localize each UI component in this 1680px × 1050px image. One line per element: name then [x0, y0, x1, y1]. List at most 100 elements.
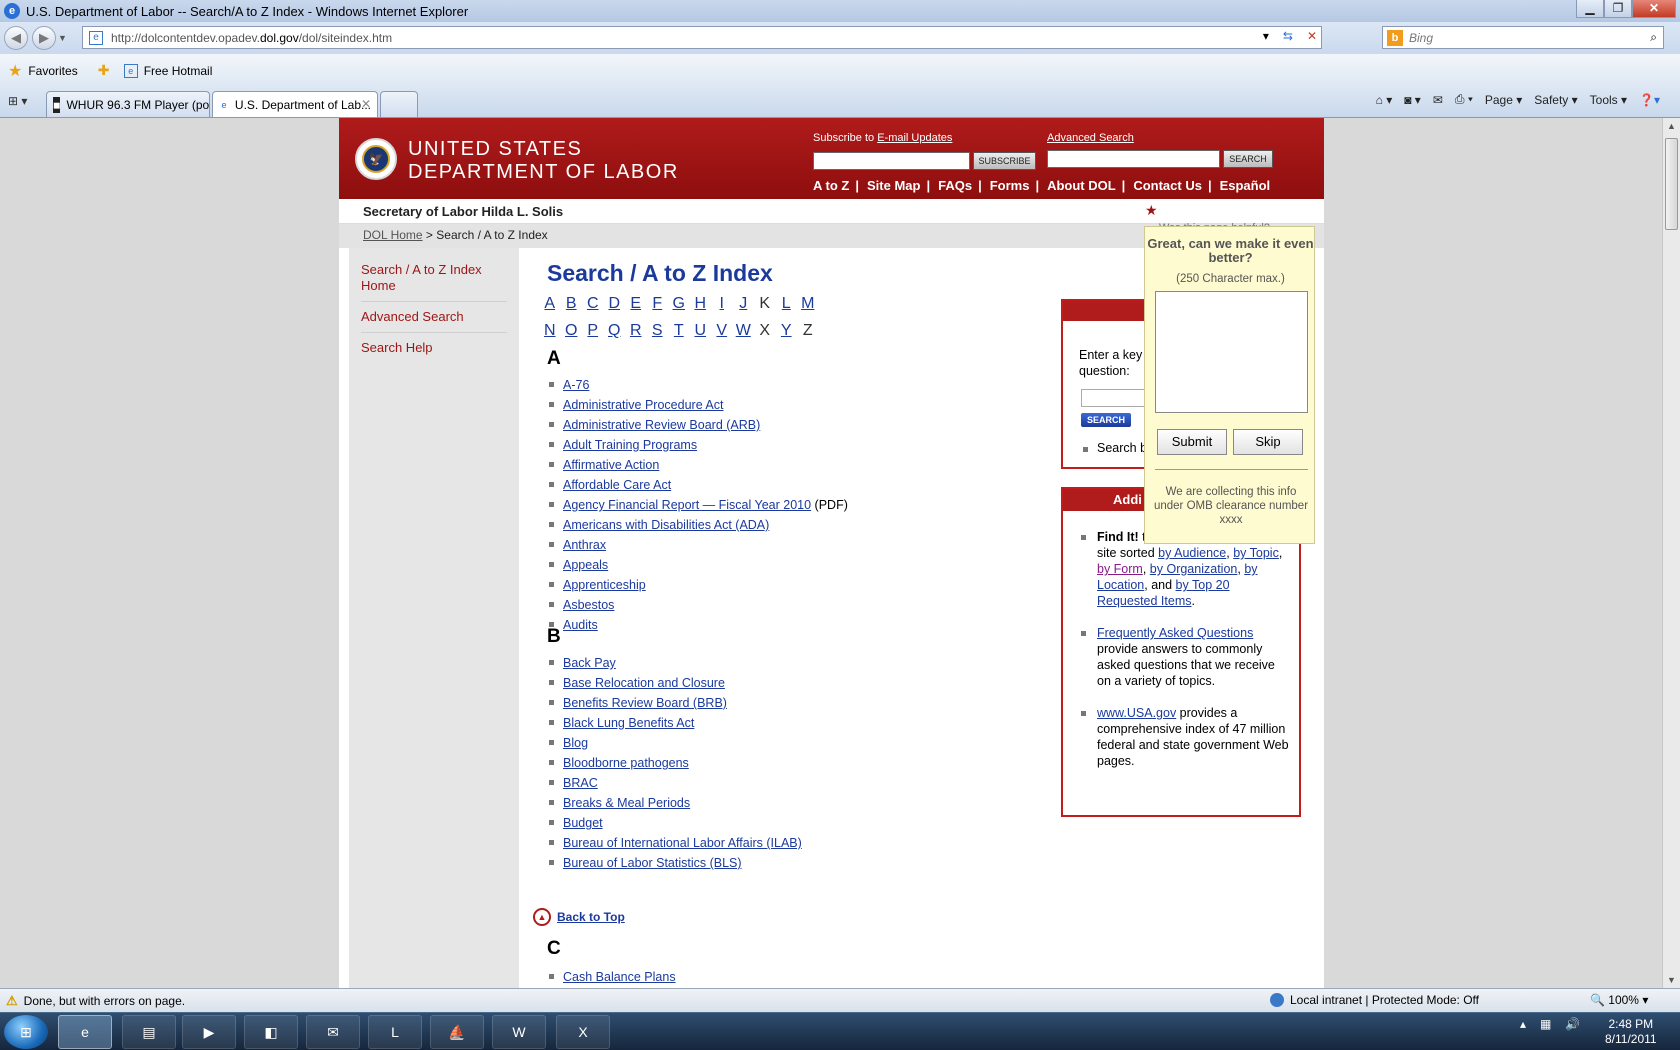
- index-link[interactable]: Americans with Disabilities Act (ADA): [563, 518, 769, 532]
- letter-v[interactable]: V: [711, 322, 733, 340]
- volume-icon[interactable]: 🔊: [1565, 1017, 1580, 1031]
- feedback-skip-button[interactable]: Skip: [1233, 429, 1303, 455]
- letter-link[interactable]: H: [694, 295, 706, 312]
- index-link[interactable]: Affordable Care Act: [563, 478, 671, 492]
- letter-h[interactable]: H: [690, 295, 712, 313]
- index-link[interactable]: Cash Balance Plans: [563, 970, 676, 984]
- by-topic-link[interactable]: by Topic: [1233, 546, 1279, 560]
- taskbar-word-icon[interactable]: W: [492, 1015, 546, 1049]
- nav-site-map[interactable]: Site Map: [867, 178, 926, 193]
- page-menu[interactable]: Page ▾: [1485, 93, 1522, 107]
- maximize-button[interactable]: ❐: [1604, 0, 1632, 18]
- leftnav-advanced-search[interactable]: Advanced Search: [361, 309, 507, 333]
- letter-s[interactable]: S: [647, 322, 669, 340]
- letter-link[interactable]: I: [720, 295, 724, 312]
- advanced-search-link[interactable]: Advanced Search: [1047, 132, 1134, 144]
- faq-link[interactable]: Frequently Asked Questions: [1097, 626, 1253, 640]
- index-link[interactable]: Breaks & Meal Periods: [563, 796, 690, 810]
- tab-dol[interactable]: e U.S. Department of Lab... ✕: [212, 91, 378, 117]
- index-link[interactable]: Back Pay: [563, 656, 616, 670]
- letter-link[interactable]: M: [801, 295, 814, 312]
- scroll-down-icon[interactable]: ▼: [1667, 975, 1676, 985]
- letter-b[interactable]: B: [561, 295, 583, 313]
- search-magnifier-icon[interactable]: ⌕: [1650, 30, 1657, 45]
- letter-e[interactable]: E: [625, 295, 647, 313]
- index-link[interactable]: Bureau of International Labor Affairs (I…: [563, 836, 802, 850]
- letter-link[interactable]: S: [652, 322, 663, 339]
- refresh-icon[interactable]: ⇆: [1283, 29, 1293, 43]
- letter-q[interactable]: Q: [604, 322, 626, 340]
- clock[interactable]: 2:48 PM 8/11/2011: [1605, 1017, 1657, 1047]
- index-link[interactable]: Administrative Procedure Act: [563, 398, 724, 412]
- quick-tabs-icon[interactable]: ⊞ ▾: [8, 94, 42, 112]
- address-field[interactable]: e http://dolcontentdev.opadev.dol.gov/do…: [82, 26, 1322, 49]
- feeds-icon[interactable]: ◙ ▾: [1404, 93, 1421, 107]
- letter-link[interactable]: A: [544, 295, 555, 312]
- letter-link[interactable]: T: [674, 322, 684, 339]
- letter-w[interactable]: W: [733, 322, 755, 340]
- letter-link[interactable]: O: [565, 322, 577, 339]
- letter-n[interactable]: N: [539, 322, 561, 340]
- scrollbar-thumb[interactable]: [1665, 138, 1678, 230]
- start-button[interactable]: ⊞: [4, 1015, 48, 1049]
- index-link[interactable]: Budget: [563, 816, 603, 830]
- new-tab-button[interactable]: [380, 91, 418, 117]
- letter-link[interactable]: V: [716, 322, 727, 339]
- letter-d[interactable]: D: [604, 295, 626, 313]
- letter-link[interactable]: N: [544, 322, 556, 339]
- taskbar-explorer-icon[interactable]: ▤: [122, 1015, 176, 1049]
- index-link[interactable]: Affirmative Action: [563, 458, 659, 472]
- vertical-scrollbar[interactable]: ▲ ▼: [1662, 118, 1680, 988]
- letter-m[interactable]: M: [797, 295, 819, 313]
- keyword-search-button[interactable]: SEARCH: [1081, 413, 1131, 427]
- feedback-submit-button[interactable]: Submit: [1157, 429, 1227, 455]
- index-link[interactable]: Bureau of Labor Statistics (BLS): [563, 856, 742, 870]
- close-button[interactable]: ✕: [1632, 0, 1676, 18]
- letter-u[interactable]: U: [690, 322, 712, 340]
- org-name[interactable]: UNITED STATES DEPARTMENT OF LABOR: [408, 138, 679, 184]
- letter-link[interactable]: Y: [781, 322, 792, 339]
- index-link[interactable]: Base Relocation and Closure: [563, 676, 725, 690]
- site-search-input[interactable]: [1047, 150, 1220, 168]
- breadcrumb-home-link[interactable]: DOL Home: [363, 228, 423, 242]
- tray-expand-icon[interactable]: ▴: [1520, 1017, 1526, 1031]
- letter-i[interactable]: I: [711, 295, 733, 313]
- letter-link[interactable]: F: [652, 295, 662, 312]
- letter-p[interactable]: P: [582, 322, 604, 340]
- close-tab-icon[interactable]: ✕: [361, 97, 371, 111]
- letter-y[interactable]: Y: [776, 322, 798, 340]
- safety-menu[interactable]: Safety ▾: [1534, 93, 1577, 107]
- up-arrow-icon[interactable]: ▲: [533, 908, 551, 926]
- warning-icon[interactable]: ⚠: [6, 993, 18, 1009]
- url-text[interactable]: http://dolcontentdev.opadev.dol.gov/dol/…: [111, 31, 392, 45]
- site-search-button[interactable]: SEARCH: [1223, 150, 1273, 168]
- back-button[interactable]: ◀: [4, 26, 28, 50]
- taskbar-ie-icon[interactable]: e: [58, 1015, 112, 1049]
- letter-link[interactable]: U: [694, 322, 706, 339]
- feedback-star-icon[interactable]: ★: [1145, 202, 1158, 219]
- letter-link[interactable]: G: [673, 295, 685, 312]
- letter-f[interactable]: F: [647, 295, 669, 313]
- index-link[interactable]: A-76: [563, 378, 589, 392]
- taskbar-lc-icon[interactable]: L: [368, 1015, 422, 1049]
- letter-link[interactable]: B: [566, 295, 577, 312]
- letter-o[interactable]: O: [561, 322, 583, 340]
- email-updates-link[interactable]: E-mail Updates: [877, 132, 952, 144]
- taskbar-media-icon[interactable]: ▶: [182, 1015, 236, 1049]
- search-box[interactable]: b Bing ⌕: [1382, 26, 1664, 49]
- letter-link[interactable]: P: [587, 322, 598, 339]
- add-favorite-icon[interactable]: ✚: [98, 62, 116, 80]
- letter-j[interactable]: J: [733, 295, 755, 313]
- forward-button[interactable]: ▶: [32, 26, 56, 50]
- letter-t[interactable]: T: [668, 322, 690, 340]
- index-link[interactable]: Adult Training Programs: [563, 438, 697, 452]
- taskbar-ship-icon[interactable]: ⛵: [430, 1015, 484, 1049]
- leftnav-search-help[interactable]: Search Help: [361, 340, 507, 363]
- letter-r[interactable]: R: [625, 322, 647, 340]
- subscribe-button[interactable]: SUBSCRIBE: [973, 152, 1036, 170]
- nav-a-to-z[interactable]: A to Z: [813, 178, 855, 193]
- nav-faqs[interactable]: FAQs: [938, 178, 978, 193]
- letter-link[interactable]: R: [630, 322, 642, 339]
- by-organization-link[interactable]: by Organization: [1150, 562, 1238, 576]
- zoom-level[interactable]: 🔍 100% ▾: [1590, 993, 1648, 1007]
